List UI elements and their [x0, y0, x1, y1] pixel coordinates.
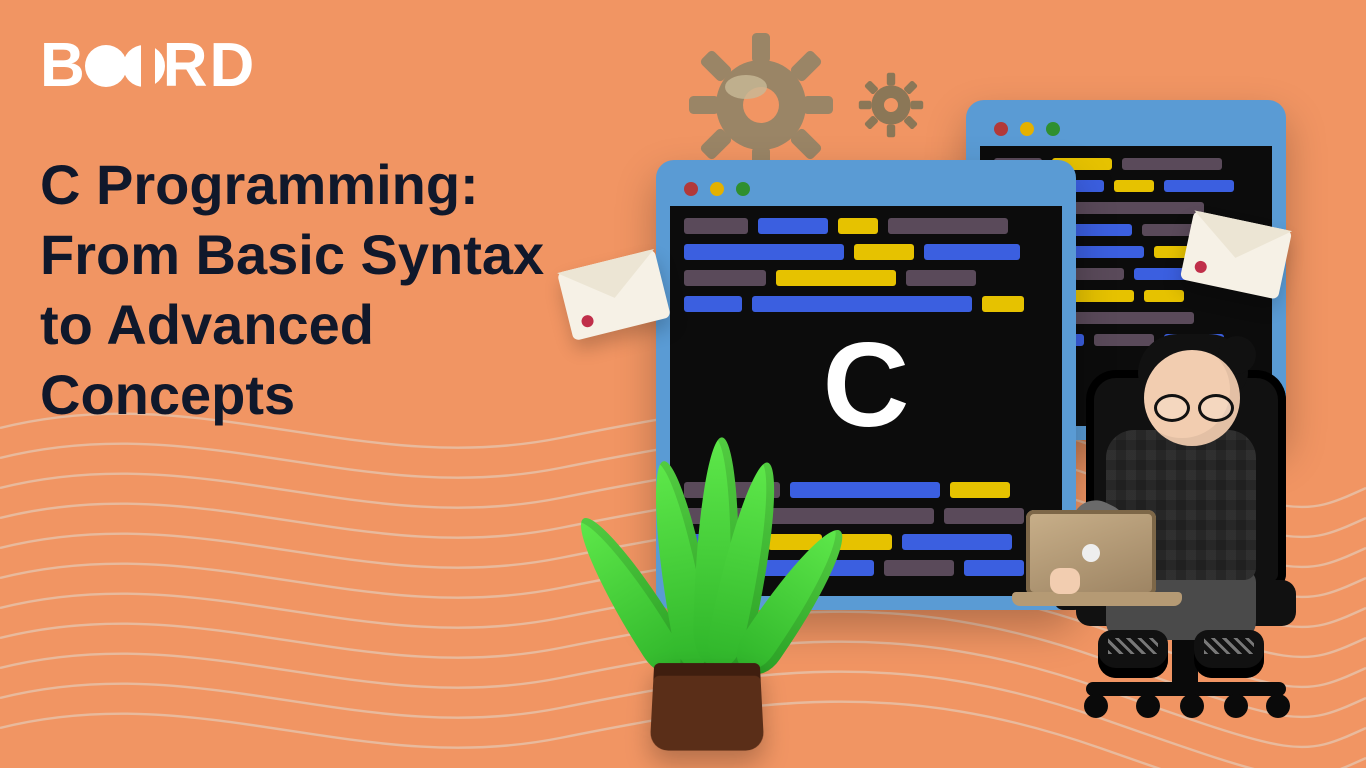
language-letter-c: C — [823, 316, 910, 454]
window-dot-yellow — [1020, 122, 1034, 136]
window-titlebar — [670, 172, 1062, 206]
brand-logo-text-rd: RD — [163, 30, 257, 101]
laptop-base — [1012, 592, 1182, 606]
envelope-icon — [557, 249, 671, 341]
window-dot-red — [994, 122, 1008, 136]
window-dot-yellow — [710, 182, 724, 196]
laptop-icon — [1012, 510, 1182, 620]
glasses-icon — [1154, 394, 1234, 418]
person-boots — [1098, 630, 1268, 680]
boot — [1194, 630, 1264, 678]
laptop-logo — [1082, 544, 1100, 562]
window-titlebar — [980, 112, 1272, 146]
brand-logo-text-b: B — [40, 30, 87, 101]
window-dot-red — [684, 182, 698, 196]
boot — [1098, 630, 1168, 678]
chair-wheel — [1084, 694, 1108, 718]
gear-icon — [856, 70, 926, 140]
brand-logo-o-shape — [85, 45, 127, 87]
window-dot-green — [1046, 122, 1060, 136]
brand-logo-q-shape — [123, 45, 165, 87]
chair-wheel — [1224, 694, 1248, 718]
person-hand — [1050, 568, 1080, 594]
headline-text: C Programming: From Basic Syntax to Adva… — [40, 150, 560, 430]
hero-banner: B RD C Programming: From Basic Syntax to… — [0, 0, 1366, 768]
person-at-laptop-illustration — [966, 310, 1346, 750]
chair-wheel — [1266, 694, 1290, 718]
chair-wheel — [1180, 694, 1204, 718]
brand-logo: B RD — [40, 30, 256, 101]
hero-illustration: C — [556, 30, 1336, 750]
chair-wheel — [1136, 694, 1160, 718]
chair-base — [1086, 682, 1286, 696]
plant-pot — [650, 663, 765, 750]
plant-icon — [596, 450, 816, 750]
gear-icon — [686, 30, 836, 180]
window-dot-green — [736, 182, 750, 196]
